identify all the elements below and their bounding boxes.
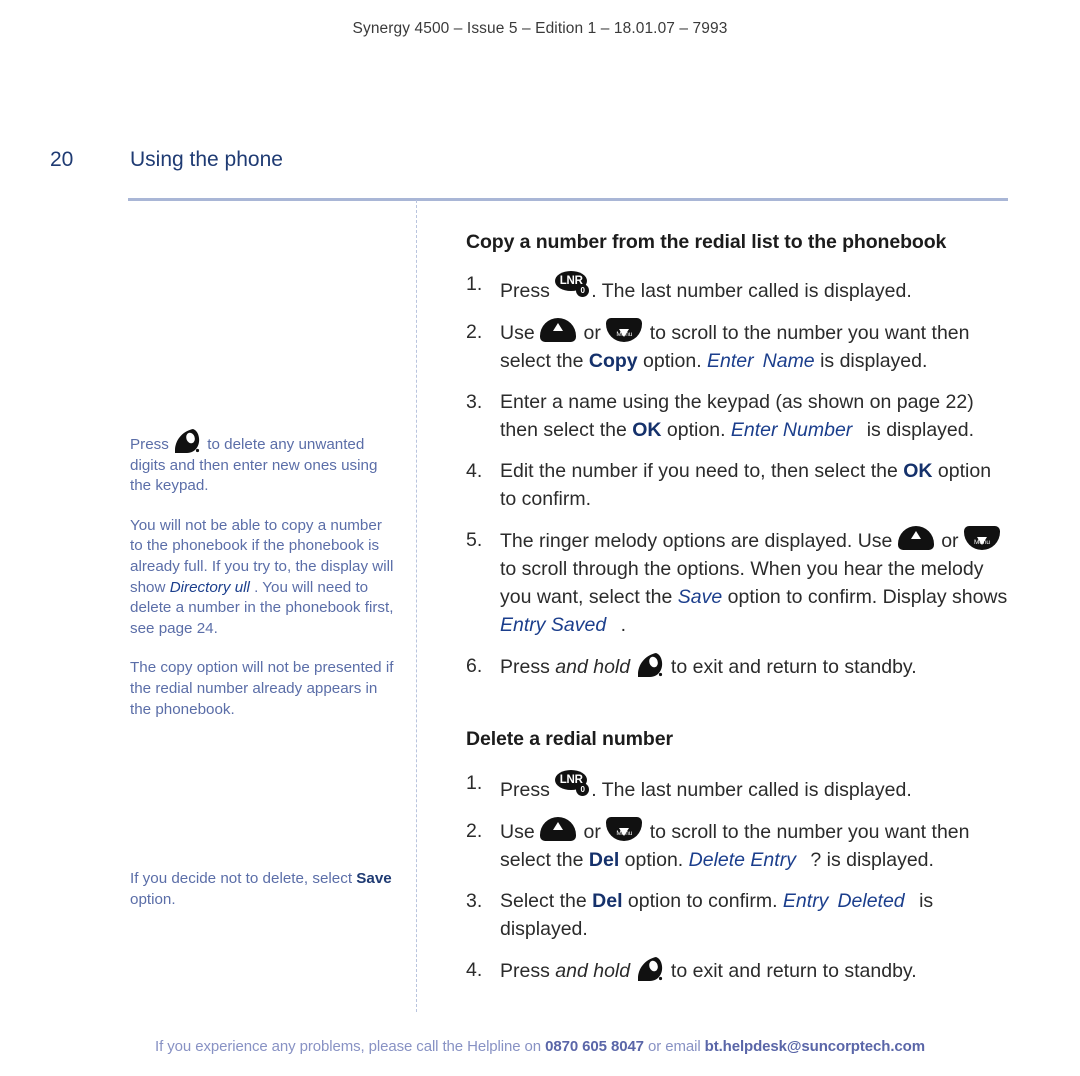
display-text: Name [762, 350, 815, 372]
display-text: ull [234, 578, 250, 596]
lnr-key-sub-label: 0 [576, 284, 590, 297]
display-text: Save [677, 586, 723, 608]
step-number: 5. [466, 529, 483, 551]
step-text: The ringer melody options are displayed.… [500, 526, 1007, 636]
lnr-key-icon: LNR 0 [555, 769, 591, 801]
emphasis-bold: Save [356, 870, 392, 888]
menu-key-label: Menu [550, 342, 567, 349]
step-text: Edit the number if you need to, then sel… [500, 460, 992, 510]
main-content-column: Copy a number from the redial list to th… [466, 228, 1010, 998]
margin-spacer-top [130, 210, 398, 428]
step-item: 3. Select the Del option to confirm. Entr… [466, 887, 1010, 943]
step-number: 1. [466, 772, 483, 794]
step-text: Use Menu or Menu to scroll to the number… [500, 318, 969, 372]
step-item: 4. Press and hold to exit and return to s… [466, 956, 1010, 985]
emphasis-bold: 0870 605 8047 [545, 1038, 644, 1055]
triangle-up-icon [553, 822, 564, 830]
step-number: 4. [466, 460, 483, 482]
lnr-key-icon: LNR 0 [555, 270, 591, 302]
menu-key-label: Menu [616, 830, 633, 837]
nav-down-key-icon: Menu [606, 318, 644, 344]
triangle-up-icon [910, 531, 921, 539]
margin-note-delete-digits: Press to delete any unwanted digits and … [130, 428, 398, 497]
soft-key-option: Copy [588, 350, 638, 372]
nav-up-key-icon: Menu [897, 526, 936, 557]
page-title: Using the phone [130, 148, 283, 171]
display-text: Entry [782, 890, 829, 912]
step-item: 3. Enter a name using the keypad (as show… [466, 388, 1010, 444]
soft-key-option: OK [632, 419, 662, 441]
step-number: 6. [466, 655, 483, 677]
nav-up-key-icon: Menu [540, 318, 578, 349]
display-text: Deleted [837, 890, 905, 912]
display-text: Delete Entry [688, 849, 796, 871]
section-heading-copy-number: Copy a number from the redial list to th… [466, 231, 947, 253]
margin-spacer-mid [130, 739, 398, 869]
step-item: 6. Press and hold to exit and return to s… [466, 652, 1010, 681]
menu-key-label: Menu [550, 841, 567, 848]
soft-key-option: Del [588, 849, 620, 871]
emphasis-italic: and hold [555, 960, 631, 982]
step-text: Press LNR 0. The last number called is di… [500, 770, 912, 801]
column-divider [416, 200, 417, 1012]
emphasis-bold: bt.helpdesk@suncorptech.com [704, 1038, 925, 1055]
page-title-row: 20 Using the phone [0, 148, 1080, 182]
step-item: 2. Use Menu or Menu to scroll to the numb… [466, 817, 1010, 874]
triangle-up-icon [553, 323, 564, 331]
nav-down-key-icon: Menu [963, 526, 1002, 552]
step-number: 4. [466, 959, 483, 981]
nav-up-key-icon: Menu [540, 817, 578, 848]
margin-notes-column: Press to delete any unwanted digits and … [130, 210, 398, 929]
step-number: 1. [466, 273, 483, 295]
handset-icon [636, 956, 666, 982]
soft-key-option: Del [592, 890, 623, 912]
step-item: 1. Press LNR 0. The last number called is … [466, 270, 1010, 305]
step-text: Use Menu or Menu to scroll to the number… [500, 817, 969, 871]
page-footer: If you experience any problems, please c… [155, 1038, 925, 1055]
step-item: 2. Use Menu or Menu to scroll to the numb… [466, 318, 1010, 375]
section-heading-delete-redial: Delete a redial number [466, 728, 673, 750]
menu-key-label: Menu [616, 331, 633, 338]
step-text: Enter a name using the keypad (as shown … [500, 391, 975, 441]
step-number: 2. [466, 321, 483, 343]
step-text: Press LNR 0. The last number called is di… [500, 271, 912, 302]
step-text: Press and hold to exit and return to sta… [500, 653, 917, 678]
soft-key-option: OK [903, 460, 933, 482]
margin-note-copy-not-presented: The copy option will not be presented if… [130, 659, 394, 718]
display-text: Directory [169, 578, 231, 596]
margin-note-decide-not-delete: If you decide not to delete, select Save… [130, 870, 392, 908]
display-text: Enter Number [730, 419, 853, 441]
steps-list-delete-redial: 1. Press LNR 0. The last number called is … [466, 769, 1010, 985]
running-header: Synergy 4500 – Issue 5 – Edition 1 – 18.… [352, 20, 728, 37]
step-item: 5. The ringer melody options are displaye… [466, 526, 1010, 639]
display-text: Entry Saved [500, 614, 607, 636]
header-rule [128, 198, 1008, 201]
nav-down-key-icon: Menu [606, 817, 644, 843]
step-item: 4. Edit the number if you need to, then s… [466, 457, 1010, 513]
lnr-key-sub-label: 0 [576, 783, 590, 796]
step-number: 3. [466, 890, 483, 912]
step-number: 2. [466, 820, 483, 842]
handset-icon [636, 652, 666, 678]
handset-icon [173, 428, 203, 454]
page-number: 20 [50, 148, 74, 171]
step-text: Select the Del option to confirm. Entry D… [500, 890, 934, 940]
step-number: 3. [466, 391, 483, 413]
menu-key-label: Menu [974, 539, 990, 546]
display-text: Enter [707, 350, 754, 372]
step-text: Press and hold to exit and return to sta… [500, 957, 917, 982]
menu-key-label: Menu [907, 550, 924, 557]
margin-note-phonebook-full: You will not be able to copy a number to… [130, 516, 394, 637]
emphasis-italic: and hold [555, 656, 631, 678]
step-item: 1. Press LNR 0. The last number called is … [466, 769, 1010, 804]
steps-list-copy-number: 1. Press LNR 0. The last number called is … [466, 270, 1010, 681]
